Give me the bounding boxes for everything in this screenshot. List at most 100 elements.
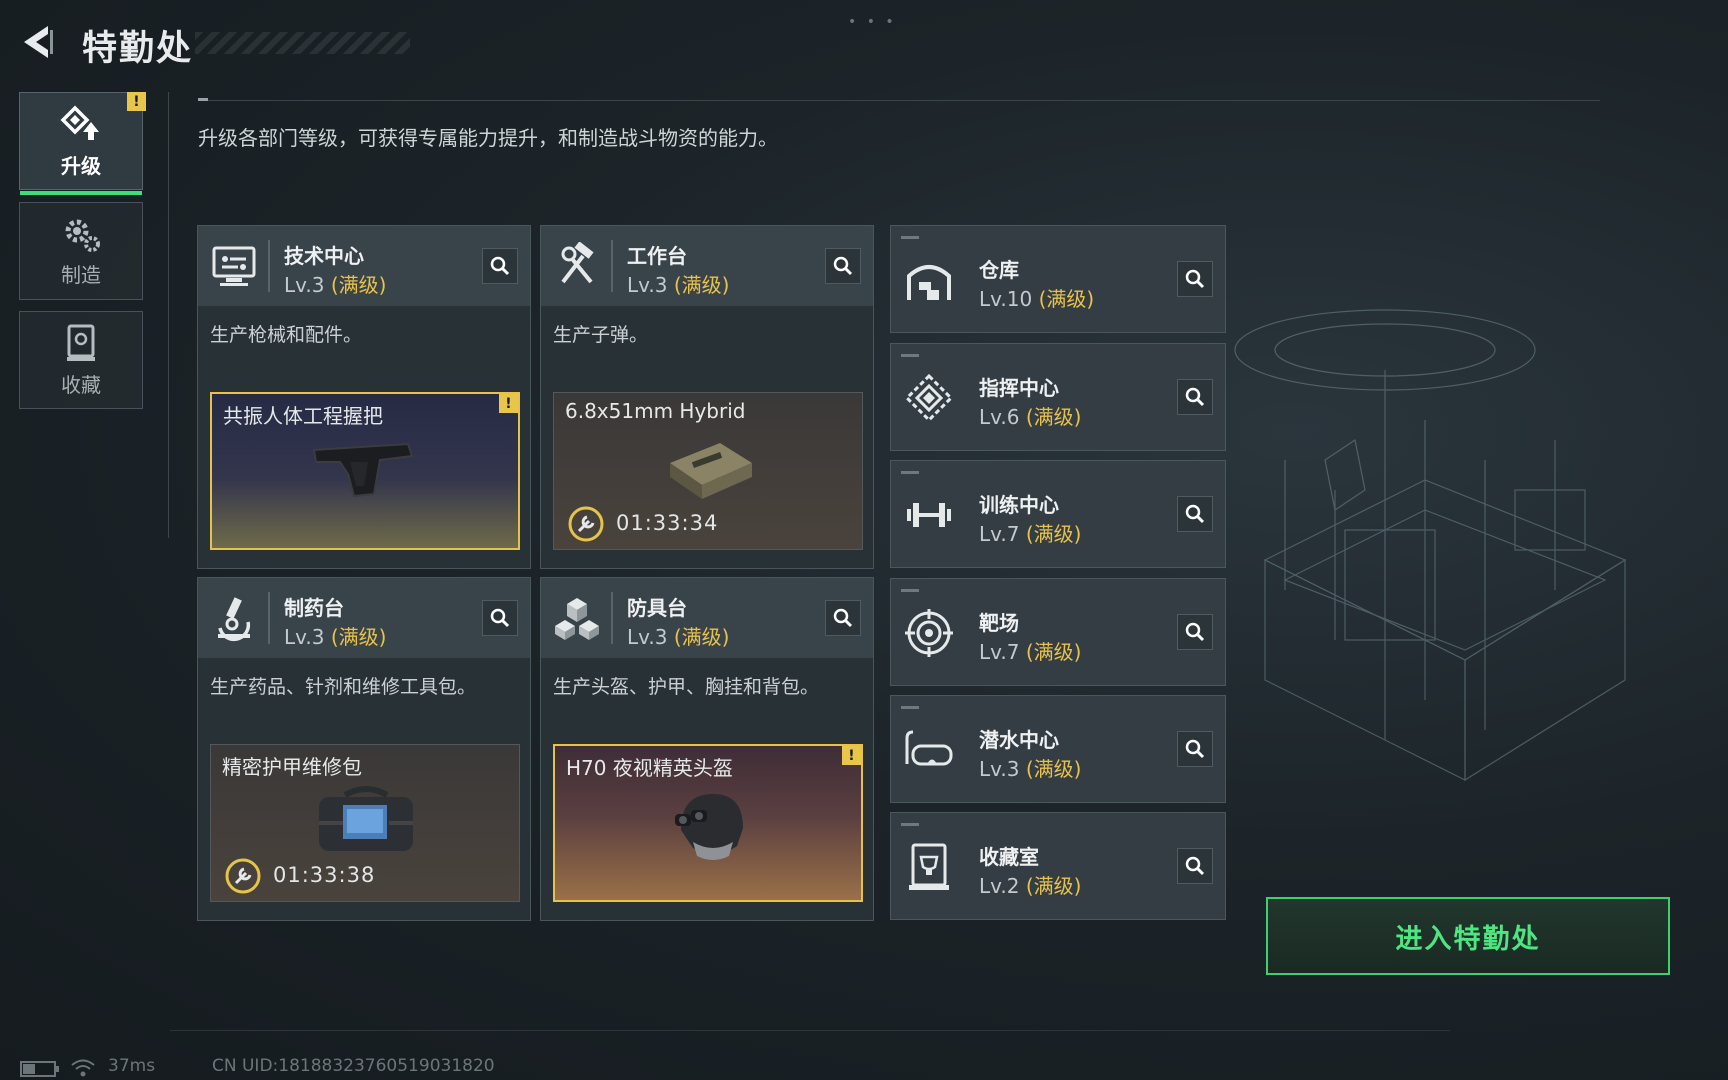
- inspect-button[interactable]: [1177, 731, 1213, 767]
- facility-name: 仓库: [979, 258, 1019, 282]
- back-arrow-icon: [24, 26, 53, 58]
- card-title: 防具台: [627, 596, 687, 620]
- search-icon: [1185, 739, 1205, 759]
- header-divider: [198, 100, 1600, 101]
- product-name: H70 夜视精英头盔: [566, 756, 733, 780]
- crafting-timer: 01:33:38: [273, 863, 376, 887]
- back-button[interactable]: [18, 20, 62, 64]
- base-wireframe-art: [1234, 309, 1627, 782]
- crafting-timer-icon: [225, 858, 261, 894]
- tab-upgrade[interactable]: 升级 !: [19, 92, 146, 195]
- facility-diving-center[interactable]: 潜水中心 Lv.3 (满级): [890, 695, 1226, 803]
- card-header: 工作台 Lv.3 (满级): [541, 226, 873, 306]
- product-name: 精密护甲维修包: [222, 755, 362, 779]
- product-name: 共振人体工程握把: [223, 404, 383, 428]
- facility-name: 指挥中心: [979, 376, 1059, 400]
- search-icon: [490, 608, 510, 628]
- gears-icon: [65, 219, 100, 252]
- product-name: 6.8x51mm Hybrid: [565, 399, 746, 423]
- battery-icon: [20, 1061, 59, 1077]
- wifi-icon: [71, 1059, 95, 1077]
- tab-craft-label: 制造: [61, 262, 101, 287]
- inspect-button[interactable]: [1177, 379, 1213, 415]
- search-icon: [1185, 387, 1205, 407]
- inspect-button[interactable]: [825, 248, 861, 284]
- product-slot[interactable]: H70 夜视精英头盔 !: [553, 744, 863, 902]
- facility-name: 靶场: [979, 611, 1019, 635]
- card-tech-center: 技术中心 Lv.3 (满级) 生产枪械和配件。 共振人体工程握把 !: [197, 225, 531, 569]
- crafting-timer-icon: [568, 506, 604, 542]
- footer-divider: [170, 1030, 1450, 1031]
- facility-level: Lv.10 (满级): [979, 287, 1095, 311]
- inspect-button[interactable]: [1177, 848, 1213, 884]
- product-slot[interactable]: 共振人体工程握把 !: [210, 392, 520, 550]
- product-warning-badge: !: [842, 746, 861, 765]
- warehouse-icon: [907, 265, 951, 300]
- uid-text: CN UID:18188323760519031820: [212, 1056, 495, 1076]
- inspect-button[interactable]: [1177, 496, 1213, 532]
- product-slot[interactable]: 精密护甲维修包 01:33:38: [210, 744, 520, 902]
- microscope-icon: [218, 597, 251, 641]
- card-description: 生产子弹。: [553, 324, 649, 346]
- page-description: 升级各部门等级，可获得专属能力提升，和制造战斗物资的能力。: [198, 126, 778, 150]
- search-icon: [833, 608, 853, 628]
- card-description: 生产药品、针剂和维修工具包。: [210, 676, 477, 698]
- command-center-icon: [904, 373, 954, 423]
- hammer-wrench-icon: [561, 242, 594, 284]
- inspect-button[interactable]: [482, 248, 518, 284]
- cubes-icon: [555, 598, 599, 640]
- facility-level: Lv.7 (满级): [979, 522, 1082, 546]
- active-tab-indicator: [20, 191, 142, 195]
- card-level: Lv.3 (满级): [284, 625, 387, 649]
- enter-button-label: 进入特勤处: [1395, 923, 1541, 955]
- facility-name: 收藏室: [979, 845, 1039, 869]
- tab-craft[interactable]: 制造: [19, 202, 143, 300]
- product-warning-badge: !: [499, 394, 518, 413]
- card-level: Lv.3 (满级): [284, 273, 387, 297]
- collection-icon: [67, 324, 95, 361]
- search-icon: [1185, 856, 1205, 876]
- inspect-button[interactable]: [482, 600, 518, 636]
- helmet-item-icon: [675, 794, 743, 860]
- diving-mask-icon: [905, 730, 953, 766]
- card-description: 生产枪械和配件。: [210, 324, 363, 346]
- facility-level: Lv.3 (满级): [979, 757, 1082, 781]
- facility-collection-room[interactable]: 收藏室 Lv.2 (满级): [890, 812, 1226, 920]
- facility-name: 训练中心: [979, 493, 1059, 517]
- facility-training-center[interactable]: 训练中心 Lv.7 (满级): [890, 460, 1226, 568]
- search-icon: [490, 256, 510, 276]
- facility-shooting-range[interactable]: 靶场 Lv.7 (满级): [890, 578, 1226, 686]
- sidebar-divider: [168, 92, 169, 538]
- inspect-button[interactable]: [1177, 614, 1213, 650]
- title-decoration: [195, 32, 410, 54]
- monitor-icon: [212, 246, 256, 286]
- inspect-button[interactable]: [1177, 261, 1213, 297]
- facility-command-center[interactable]: 指挥中心 Lv.6 (满级): [890, 343, 1226, 451]
- card-level: Lv.3 (满级): [627, 273, 730, 297]
- card-pharmacy: 制药台 Lv.3 (满级) 生产药品、针剂和维修工具包。 精密护甲维修包 01:…: [197, 577, 531, 921]
- card-header: 技术中心 Lv.3 (满级): [198, 226, 530, 306]
- repair-kit-icon: [319, 786, 413, 851]
- card-header: 防具台 Lv.3 (满级): [541, 578, 873, 658]
- facility-name: 潜水中心: [979, 728, 1059, 752]
- card-level: Lv.3 (满级): [627, 625, 730, 649]
- divider-mark: [198, 98, 208, 101]
- crafting-timer: 01:33:34: [616, 511, 719, 535]
- facility-level: Lv.7 (满级): [979, 640, 1082, 664]
- search-icon: [1185, 622, 1205, 642]
- tab-collection[interactable]: 收藏: [19, 311, 143, 409]
- ping-text: 37ms: [108, 1056, 156, 1076]
- facility-warehouse[interactable]: 仓库 Lv.10 (满级): [890, 225, 1226, 333]
- card-description: 生产头盔、护甲、胸挂和背包。: [553, 676, 820, 698]
- tab-upgrade-label: 升级: [61, 153, 101, 178]
- enter-special-ops-button[interactable]: 进入特勤处: [1266, 897, 1670, 975]
- product-slot[interactable]: 6.8x51mm Hybrid 01:33:34: [553, 392, 863, 550]
- inspect-button[interactable]: [825, 600, 861, 636]
- search-icon: [833, 256, 853, 276]
- card-armor-bench: 防具台 Lv.3 (满级) 生产头盔、护甲、胸挂和背包。 H70 夜视精英头盔 …: [540, 577, 874, 921]
- card-workbench: 工作台 Lv.3 (满级) 生产子弹。 6.8x51mm Hybrid 01:3…: [540, 225, 874, 569]
- ammo-box-icon: [670, 443, 752, 499]
- trophy-case-icon: [909, 843, 949, 890]
- search-icon: [1185, 269, 1205, 289]
- card-title: 制药台: [284, 596, 344, 620]
